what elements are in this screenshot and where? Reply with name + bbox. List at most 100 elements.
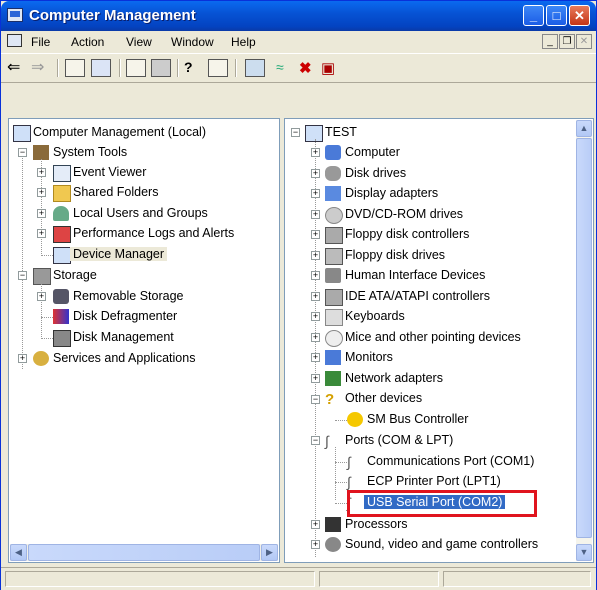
expand-toggle[interactable]: + <box>37 209 46 218</box>
computer-management-window: Computer Management _ □ ✕ File Action Vi… <box>0 0 597 590</box>
status-cell-tertiary <box>443 571 591 587</box>
mdi-close-button[interactable]: ✕ <box>576 34 592 49</box>
expand-toggle[interactable]: + <box>311 540 320 549</box>
warning-device-icon <box>347 412 363 427</box>
removable-storage-icon <box>53 289 69 304</box>
device-manager-icon <box>53 247 71 264</box>
services-icon <box>33 351 49 366</box>
network-icon <box>325 371 341 386</box>
device-tree-pane[interactable]: − TEST + Computer + Disk drives + Displa… <box>284 118 594 563</box>
monitor-icon <box>325 350 341 365</box>
action-pane-icon[interactable] <box>208 59 228 77</box>
expand-toggle[interactable]: + <box>37 229 46 238</box>
status-cell-main <box>5 571 315 587</box>
collapse-toggle[interactable]: − <box>18 148 27 157</box>
menu-file[interactable]: File <box>31 35 50 49</box>
document-icon[interactable] <box>7 34 22 47</box>
window-title: Computer Management <box>29 7 196 24</box>
expand-toggle[interactable]: + <box>37 168 46 177</box>
ide-icon <box>325 289 343 306</box>
event-viewer-icon <box>53 165 71 182</box>
expand-toggle[interactable]: + <box>311 374 320 383</box>
expand-toggle[interactable]: + <box>311 312 320 321</box>
expand-toggle[interactable]: + <box>37 292 46 301</box>
expand-toggle[interactable]: + <box>311 292 320 301</box>
floppy-controller-icon <box>325 227 343 244</box>
forward-arrow-icon[interactable]: ⇒ <box>31 59 51 77</box>
collapse-toggle[interactable]: − <box>311 395 320 404</box>
close-button[interactable]: ✕ <box>569 5 590 26</box>
hid-icon <box>325 268 341 283</box>
expand-toggle[interactable]: + <box>311 169 320 178</box>
performance-icon <box>53 226 71 243</box>
expand-toggle[interactable]: + <box>311 520 320 529</box>
expand-toggle[interactable]: + <box>311 353 320 362</box>
status-bar <box>1 567 596 590</box>
expand-toggle[interactable]: + <box>311 210 320 219</box>
scroll-thumb[interactable] <box>576 138 592 538</box>
console-tree-pane[interactable]: Computer Management (Local) − System Too… <box>8 118 280 563</box>
title-bar[interactable]: Computer Management _ □ ✕ <box>1 1 596 31</box>
scroll-left-button[interactable]: ◀ <box>10 544 27 561</box>
help-icon[interactable]: ? <box>184 59 204 77</box>
menu-view[interactable]: View <box>126 35 152 49</box>
collapse-toggle[interactable]: − <box>311 436 320 445</box>
collapse-toggle[interactable]: − <box>18 271 27 280</box>
expand-toggle[interactable]: + <box>311 271 320 280</box>
expand-toggle[interactable]: + <box>311 148 320 157</box>
vertical-scrollbar[interactable]: ▲ ▼ <box>576 120 592 561</box>
uninstall-icon[interactable]: ✖ <box>299 59 319 77</box>
expand-toggle[interactable]: + <box>311 333 320 342</box>
tools-icon <box>33 145 49 160</box>
menu-action[interactable]: Action <box>71 35 104 49</box>
dvd-icon <box>325 207 343 224</box>
toolbar: ⇐ ⇒ ? ≈ ✖ ▣ <box>1 53 596 83</box>
mouse-icon <box>325 330 343 347</box>
minimize-button[interactable]: _ <box>523 5 544 26</box>
menu-window[interactable]: Window <box>171 35 214 49</box>
mdi-minimize-button[interactable]: _ <box>542 34 558 49</box>
show-tree-icon[interactable] <box>91 59 111 77</box>
back-arrow-icon[interactable]: ⇐ <box>7 59 27 77</box>
collapse-toggle[interactable]: − <box>291 128 300 137</box>
expand-toggle[interactable]: + <box>18 354 27 363</box>
floppy-drive-icon <box>325 248 343 265</box>
defragmenter-icon <box>53 309 69 324</box>
mdi-restore-button[interactable]: ❐ <box>559 34 575 49</box>
disable-device-icon[interactable]: ▣ <box>321 59 341 77</box>
menu-bar: File Action View Window Help _ ❐ ✕ <box>1 31 596 53</box>
disk-management-icon <box>53 330 71 347</box>
properties-icon[interactable] <box>126 59 146 77</box>
horizontal-scrollbar[interactable]: ◀ ▶ <box>10 544 278 561</box>
menu-help[interactable]: Help <box>231 35 256 49</box>
up-level-icon[interactable] <box>65 59 85 77</box>
keyboard-icon <box>325 309 343 326</box>
speaker-icon <box>325 537 341 552</box>
annotation-highlight-box <box>347 490 537 517</box>
update-driver-icon[interactable]: ≈ <box>276 59 296 77</box>
scroll-right-button[interactable]: ▶ <box>261 544 278 561</box>
print-icon[interactable] <box>151 59 171 77</box>
computer-icon <box>305 125 323 142</box>
scroll-thumb[interactable] <box>28 544 260 561</box>
expand-toggle[interactable]: + <box>37 188 46 197</box>
computer-icon <box>325 145 341 160</box>
question-mark-icon: ? <box>325 391 335 408</box>
display-adapter-icon <box>325 186 341 201</box>
computer-icon <box>13 125 31 142</box>
expand-toggle[interactable]: + <box>311 251 320 260</box>
scroll-up-button[interactable]: ▲ <box>576 120 592 137</box>
storage-icon <box>33 268 51 285</box>
disk-drive-icon <box>325 166 341 181</box>
scan-hardware-icon[interactable] <box>245 59 265 77</box>
expand-toggle[interactable]: + <box>311 230 320 239</box>
status-cell-secondary <box>319 571 439 587</box>
scroll-down-button[interactable]: ▼ <box>576 544 592 561</box>
maximize-button[interactable]: □ <box>546 5 567 26</box>
expand-toggle[interactable]: + <box>311 189 320 198</box>
users-icon <box>53 206 69 221</box>
port-icon: ∫ <box>325 433 329 449</box>
port-icon: ∫ <box>347 474 351 490</box>
port-icon: ∫ <box>347 454 351 470</box>
shared-folder-icon <box>53 185 71 202</box>
